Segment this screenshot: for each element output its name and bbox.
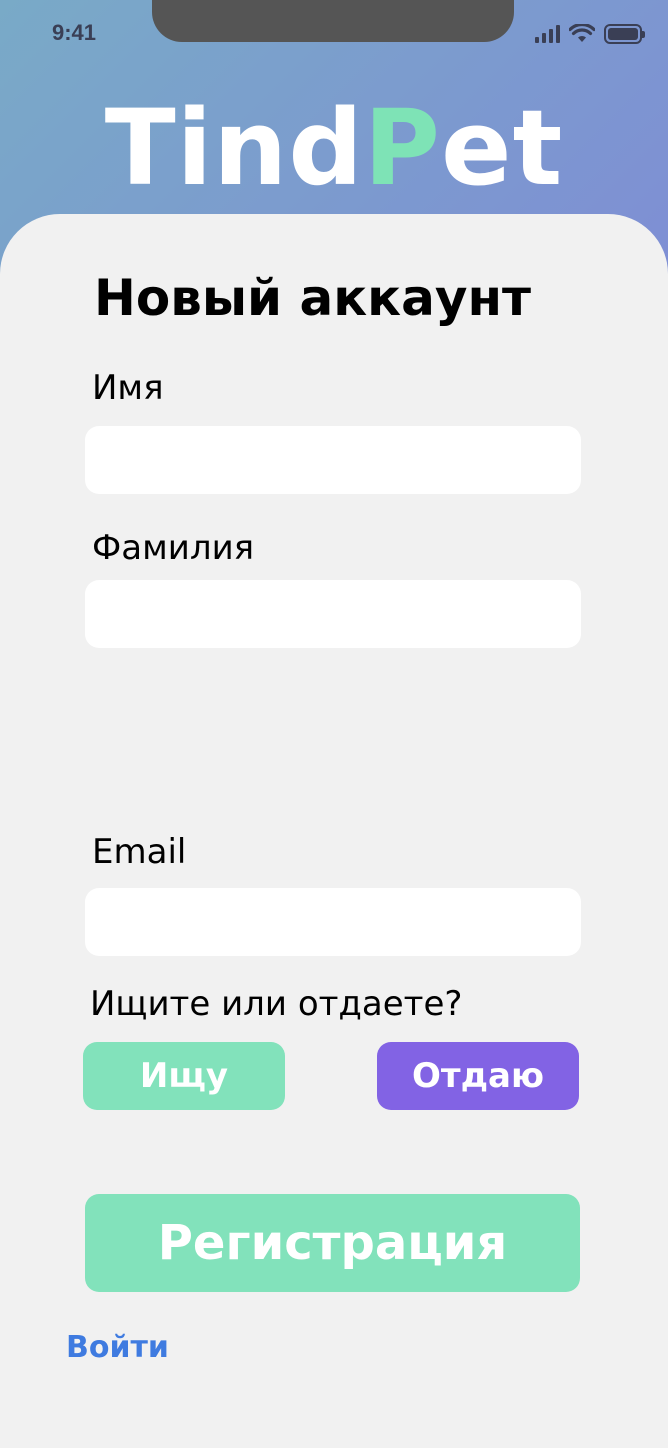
role-question: Ищите или отдаете? xyxy=(90,984,463,1024)
first-name-label: Имя xyxy=(92,368,164,408)
last-name-input[interactable] xyxy=(85,580,581,648)
wifi-icon xyxy=(569,24,595,42)
status-bar: 9:41 xyxy=(0,0,668,70)
register-button[interactable]: Регистрация xyxy=(85,1194,580,1292)
last-name-label: Фамилия xyxy=(92,528,255,568)
page-title: Новый аккаунт xyxy=(94,269,531,327)
app-logo: TindPet xyxy=(0,88,668,208)
seek-button[interactable]: Ищу xyxy=(83,1042,285,1110)
logo-text-end: et xyxy=(441,87,564,209)
device-notch xyxy=(152,0,514,42)
status-time: 9:41 xyxy=(52,20,97,45)
status-icons xyxy=(535,24,645,44)
first-name-input[interactable] xyxy=(85,426,581,494)
logo-text-start: Tind xyxy=(104,87,364,209)
email-label: Email xyxy=(92,832,187,872)
give-button[interactable]: Отдаю xyxy=(377,1042,579,1110)
login-link[interactable]: Войти xyxy=(66,1330,169,1366)
cellular-signal-icon xyxy=(535,25,560,43)
battery-icon xyxy=(604,24,645,44)
logo-text-accent: P xyxy=(363,87,442,209)
email-input[interactable] xyxy=(85,888,581,956)
